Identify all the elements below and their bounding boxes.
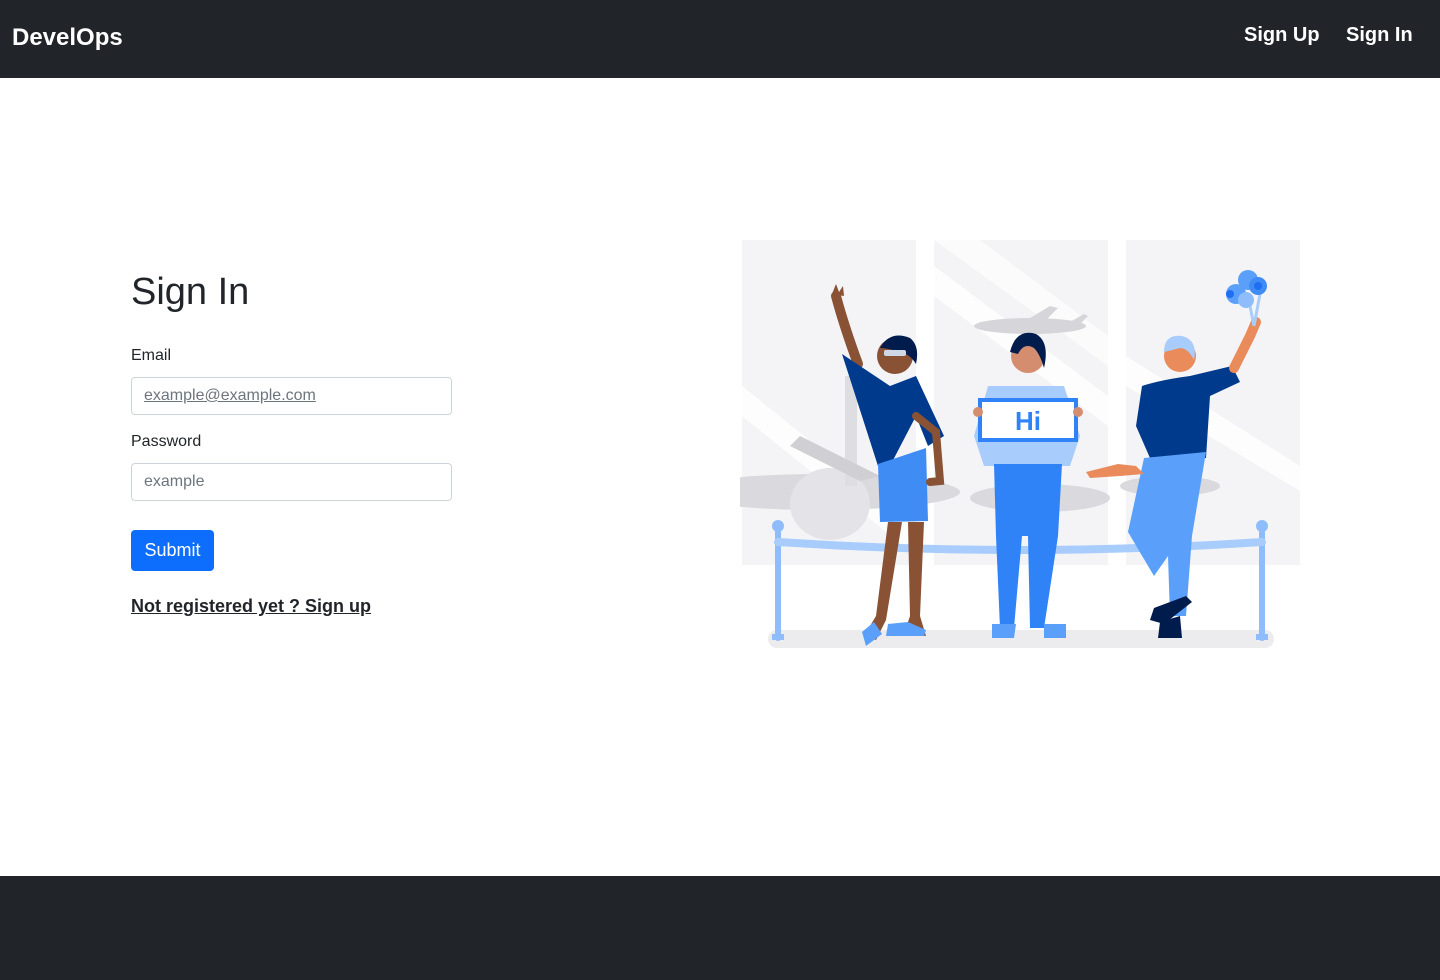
navbar: DevelOps Sign Up Sign In xyxy=(0,0,1440,78)
email-label: Email xyxy=(131,347,172,364)
page-title: Sign In xyxy=(131,271,250,313)
password-label: Password xyxy=(131,433,202,450)
email-input[interactable] xyxy=(131,377,452,415)
submit-button[interactable]: Submit xyxy=(131,530,214,571)
welcome-illustration: Hi xyxy=(740,240,1300,648)
password-input[interactable] xyxy=(131,463,452,501)
brand-logo[interactable]: DevelOps xyxy=(12,24,123,52)
nav-sign-in-link[interactable]: Sign In xyxy=(1346,24,1413,47)
hi-sign-text: Hi xyxy=(1015,406,1041,436)
nav-sign-up-link[interactable]: Sign Up xyxy=(1244,24,1320,47)
sign-up-link[interactable]: Not registered yet ? Sign up xyxy=(131,596,371,617)
footer xyxy=(0,876,1440,980)
